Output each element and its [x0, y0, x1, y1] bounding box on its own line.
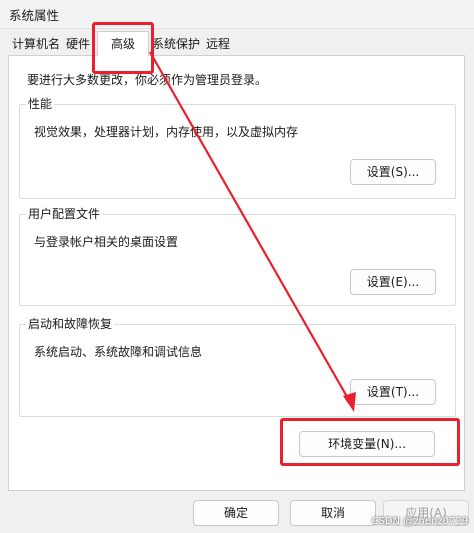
- group-desc-startup-recovery: 系统启动、系统故障和调试信息: [34, 345, 203, 359]
- group-title-performance: 性能: [26, 95, 55, 112]
- tab-advanced[interactable]: 高级: [97, 31, 149, 56]
- group-performance: 性能 视觉效果，处理器计划，内存使用，以及虚拟内存 设置(S)...: [19, 95, 456, 199]
- title-bar: 系统属性: [0, 0, 474, 29]
- group-user-profiles: 用户配置文件 与登录帐户相关的桌面设置 设置(E)...: [19, 205, 456, 306]
- ok-button[interactable]: 确定: [193, 500, 279, 526]
- group-desc-performance: 视觉效果，处理器计划，内存使用，以及虚拟内存: [34, 125, 299, 139]
- user-profiles-settings-button[interactable]: 设置(E)...: [350, 269, 436, 295]
- tab-system-protection[interactable]: 系统保护: [150, 34, 202, 54]
- tab-computer-name[interactable]: 计算机名: [10, 34, 62, 54]
- group-title-startup-recovery: 启动和故障恢复: [26, 315, 115, 332]
- group-startup-recovery: 启动和故障恢复 系统启动、系统故障和调试信息 设置(T)...: [19, 315, 456, 417]
- watermark: CSDN @zhenz0729: [371, 516, 468, 527]
- tab-hardware[interactable]: 硬件: [63, 34, 93, 54]
- performance-settings-button[interactable]: 设置(S)...: [350, 159, 436, 185]
- tab-remote[interactable]: 远程: [203, 34, 233, 54]
- window-title: 系统属性: [9, 8, 60, 23]
- admin-note: 要进行大多数更改，你必须作为管理员登录。: [27, 73, 268, 87]
- group-desc-user-profiles: 与登录帐户相关的桌面设置: [34, 235, 179, 249]
- environment-variables-button[interactable]: 环境变量(N)...: [299, 431, 435, 457]
- startup-recovery-settings-button[interactable]: 设置(T)...: [350, 379, 436, 405]
- group-title-user-profiles: 用户配置文件: [26, 205, 103, 222]
- cancel-button[interactable]: 取消: [290, 500, 376, 526]
